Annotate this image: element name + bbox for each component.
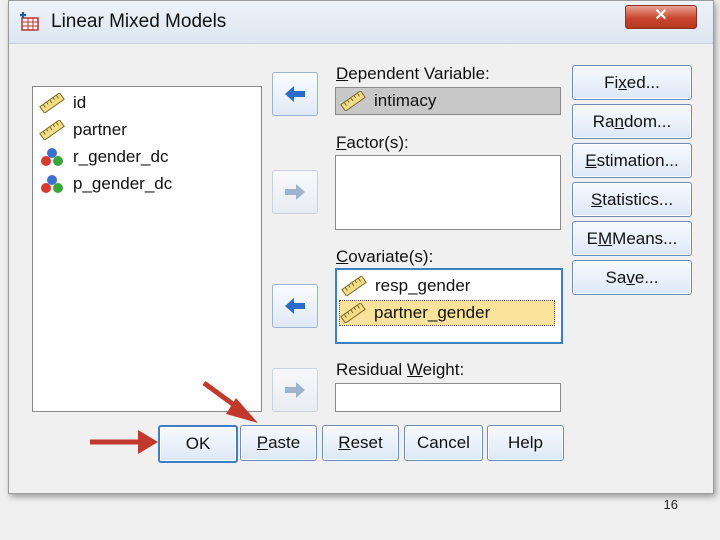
- red-arrow-to-paste: [202, 380, 258, 423]
- page-number: 16: [663, 497, 678, 512]
- red-arrow-to-ok: [90, 430, 158, 454]
- red-annotation-arrows: [90, 380, 258, 454]
